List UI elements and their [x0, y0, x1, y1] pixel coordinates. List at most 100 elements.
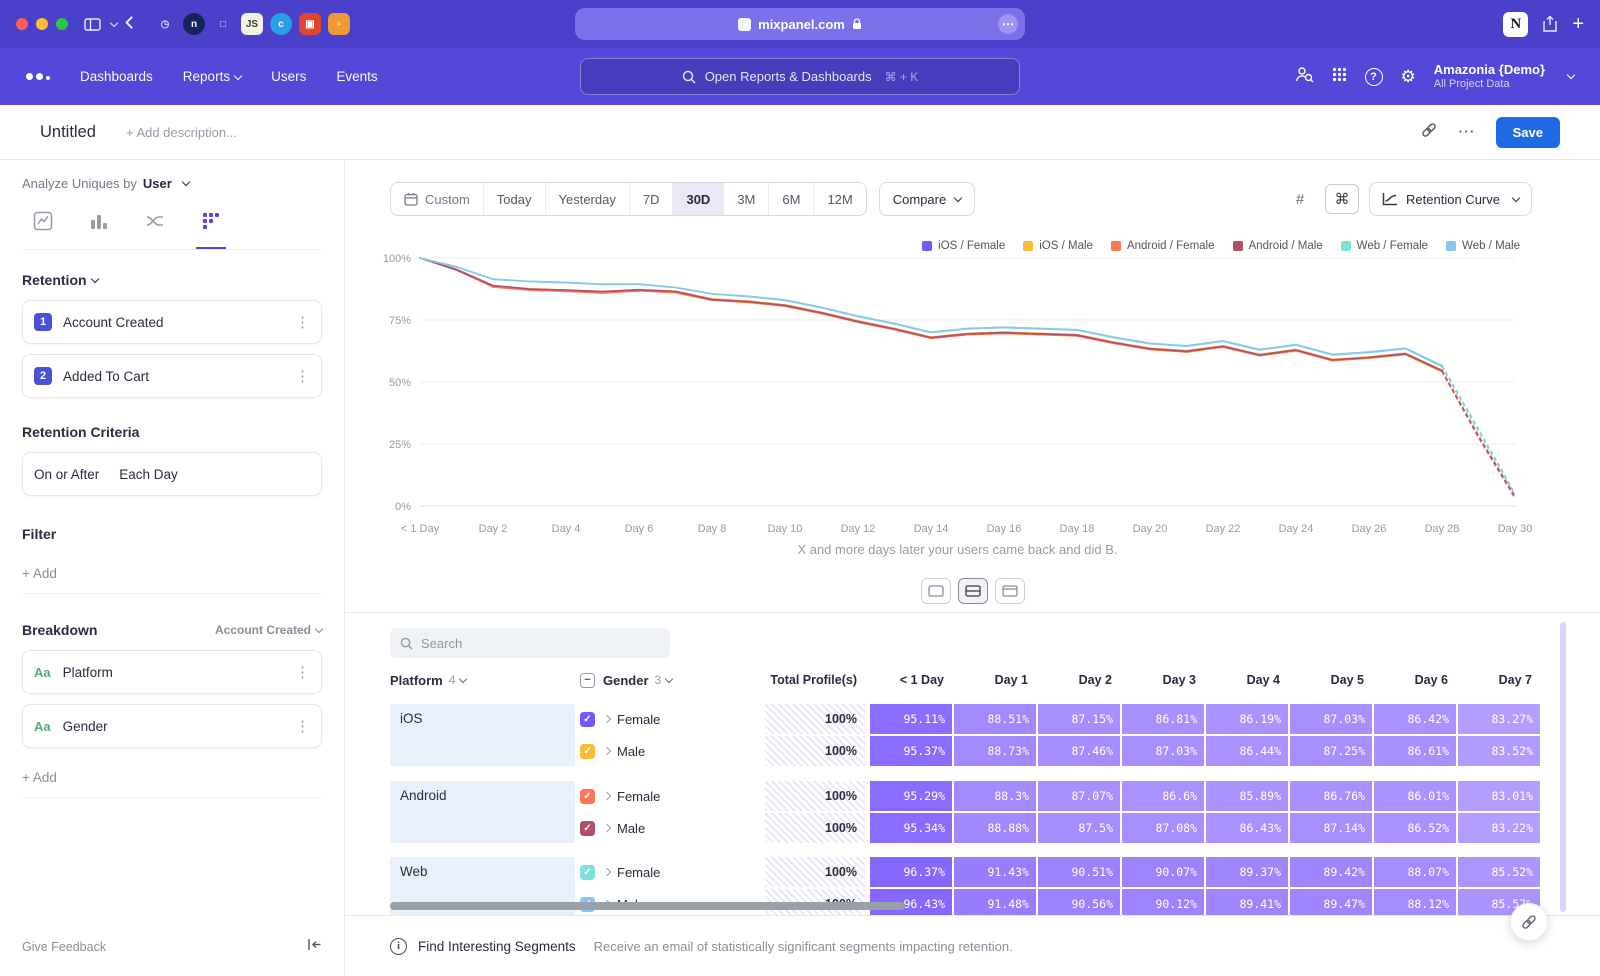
shortcuts-icon[interactable]: ⌘ — [1325, 184, 1359, 214]
new-tab-icon[interactable]: + — [1572, 14, 1584, 34]
step-card-added-to-cart[interactable]: 2Added To Cart⋮ — [22, 354, 322, 398]
nav-item-reports[interactable]: Reports — [183, 69, 241, 84]
tab-flows[interactable] — [140, 209, 170, 249]
expand-row-icon[interactable] — [603, 747, 611, 755]
kebab-menu-icon[interactable]: ⋮ — [295, 367, 310, 385]
expand-row-icon[interactable] — [603, 715, 611, 723]
browser-sidebar-icon[interactable] — [84, 18, 101, 31]
red-extension-icon[interactable]: ▣ — [299, 13, 321, 35]
orange-extension-icon[interactable]: ▫ — [328, 13, 350, 35]
nav-item-dashboards[interactable]: Dashboards — [80, 69, 153, 84]
add-filter-button[interactable]: + Add — [22, 554, 322, 594]
range-7d[interactable]: 7D — [629, 183, 673, 215]
table-only-view-icon[interactable] — [995, 578, 1025, 604]
breakdown-card-platform[interactable]: AaPlatform⋮ — [22, 650, 322, 694]
retention-section-label[interactable]: Retention — [22, 272, 87, 288]
range-12m[interactable]: 12M — [813, 183, 865, 215]
minimize-window-icon[interactable] — [36, 18, 48, 30]
close-window-icon[interactable] — [16, 18, 28, 30]
expand-row-icon[interactable] — [603, 824, 611, 832]
retention-cell: 86.61% — [1374, 736, 1456, 766]
series-checkbox[interactable]: ✓ — [580, 865, 595, 880]
copy-link-icon[interactable] — [1420, 121, 1438, 144]
tab-insights[interactable] — [28, 209, 58, 249]
table-search-input[interactable]: Search — [390, 628, 670, 658]
series-checkbox[interactable]: ✓ — [580, 821, 595, 836]
breakdown-target-selector[interactable]: Account Created — [215, 623, 322, 637]
series-checkbox[interactable]: ✓ — [580, 789, 595, 804]
step-card-account-created[interactable]: 1Account Created⋮ — [22, 300, 322, 344]
segment-row-ios-male: ✓Male — [580, 736, 760, 766]
history-extension-icon[interactable]: ◷ — [154, 13, 176, 35]
select-all-checkbox[interactable]: − — [580, 673, 595, 688]
split-view-icon[interactable] — [958, 578, 988, 604]
give-feedback-link[interactable]: Give Feedback — [22, 940, 106, 954]
vertical-scrollbar[interactable] — [1560, 622, 1566, 912]
compare-button[interactable]: Compare — [879, 182, 975, 216]
user-lookup-icon[interactable] — [1295, 66, 1314, 88]
total-profiles-cell: 100% — [765, 857, 865, 887]
platform-group-ios[interactable]: iOS — [390, 704, 575, 766]
tab-funnels[interactable] — [84, 209, 114, 249]
add-description[interactable]: + Add description... — [126, 125, 237, 140]
kebab-menu-icon[interactable]: ⋮ — [295, 717, 310, 735]
global-search[interactable]: Open Reports & Dashboards ⌘ + K — [580, 58, 1020, 95]
chart-caption: X and more days later your users came ba… — [375, 542, 1540, 557]
range-30d[interactable]: 30D — [672, 183, 723, 215]
platform-group-android[interactable]: Android — [390, 781, 575, 843]
svg-text:Day 14: Day 14 — [914, 523, 949, 535]
series-checkbox[interactable]: ✓ — [580, 744, 595, 759]
step-number-badge: 2 — [34, 367, 52, 385]
range-3m[interactable]: 3M — [723, 183, 768, 215]
criteria-interval[interactable]: Each Day — [119, 467, 178, 482]
range-custom[interactable]: Custom — [391, 183, 483, 215]
annotations-icon[interactable]: # — [1285, 184, 1315, 214]
breakdown-card-gender[interactable]: AaGender⋮ — [22, 704, 322, 748]
range-6m[interactable]: 6M — [768, 183, 813, 215]
retention-cell: 86.43% — [1206, 813, 1288, 843]
nav-item-users[interactable]: Users — [271, 69, 306, 84]
horizontal-scrollbar[interactable] — [390, 902, 905, 910]
zoom-window-icon[interactable] — [56, 18, 68, 30]
notion-extension-icon[interactable]: N — [1503, 12, 1528, 37]
back-icon[interactable] — [127, 21, 136, 27]
chart-only-view-icon[interactable] — [921, 578, 951, 604]
settings-gear-icon[interactable]: ⚙ — [1401, 68, 1416, 85]
tab-chevron-icon[interactable] — [111, 23, 117, 26]
kebab-menu-icon[interactable]: ⋮ — [295, 663, 310, 681]
account-switcher[interactable]: Amazonia {Demo} All Project Data — [1434, 62, 1545, 92]
chart-type-dropdown[interactable]: Retention Curve — [1369, 182, 1532, 216]
help-icon[interactable]: ? — [1365, 68, 1383, 86]
range-yesterday[interactable]: Yesterday — [545, 183, 629, 215]
criteria-mode[interactable]: On or After — [34, 467, 99, 482]
range-today[interactable]: Today — [483, 183, 545, 215]
nav-item-events[interactable]: Events — [336, 69, 377, 84]
collapse-sidebar-icon[interactable] — [307, 938, 322, 956]
expand-row-icon[interactable] — [603, 868, 611, 876]
add-breakdown-button[interactable]: + Add — [22, 758, 322, 798]
address-bar[interactable]: mixpanel.com ⋯ — [575, 8, 1025, 40]
mixpanel-logo-icon[interactable] — [26, 73, 50, 80]
expand-row-icon[interactable] — [603, 792, 611, 800]
segment-row-android-male: ✓Male — [580, 813, 760, 843]
more-options-icon[interactable]: ⋯ — [1458, 122, 1476, 142]
share-link-fab[interactable] — [1510, 903, 1548, 941]
report-title[interactable]: Untitled — [40, 123, 96, 142]
criteria-selector[interactable]: On or After Each Day — [22, 452, 322, 496]
find-segments-title[interactable]: Find Interesting Segments — [418, 939, 576, 954]
package-extension-icon[interactable]: □ — [212, 13, 234, 35]
n-extension-icon[interactable]: n — [183, 13, 205, 35]
c-extension-icon[interactable]: c — [270, 13, 292, 35]
series-checkbox[interactable]: ✓ — [580, 712, 595, 727]
save-button[interactable]: Save — [1496, 117, 1560, 148]
tab-retention[interactable] — [196, 209, 226, 249]
analyze-entity-selector[interactable]: User — [143, 176, 172, 191]
share-icon[interactable] — [1542, 15, 1558, 33]
query-builder-sidebar: Analyze Uniques by User Retention 1Accou… — [0, 160, 345, 976]
platform-column-header[interactable]: Platform4 — [390, 665, 575, 695]
apps-grid-icon[interactable] — [1332, 67, 1347, 87]
kebab-menu-icon[interactable]: ⋮ — [295, 313, 310, 331]
search-icon — [682, 70, 696, 84]
page-options-icon[interactable]: ⋯ — [998, 14, 1018, 34]
js-extension-icon[interactable]: JS — [241, 13, 263, 35]
